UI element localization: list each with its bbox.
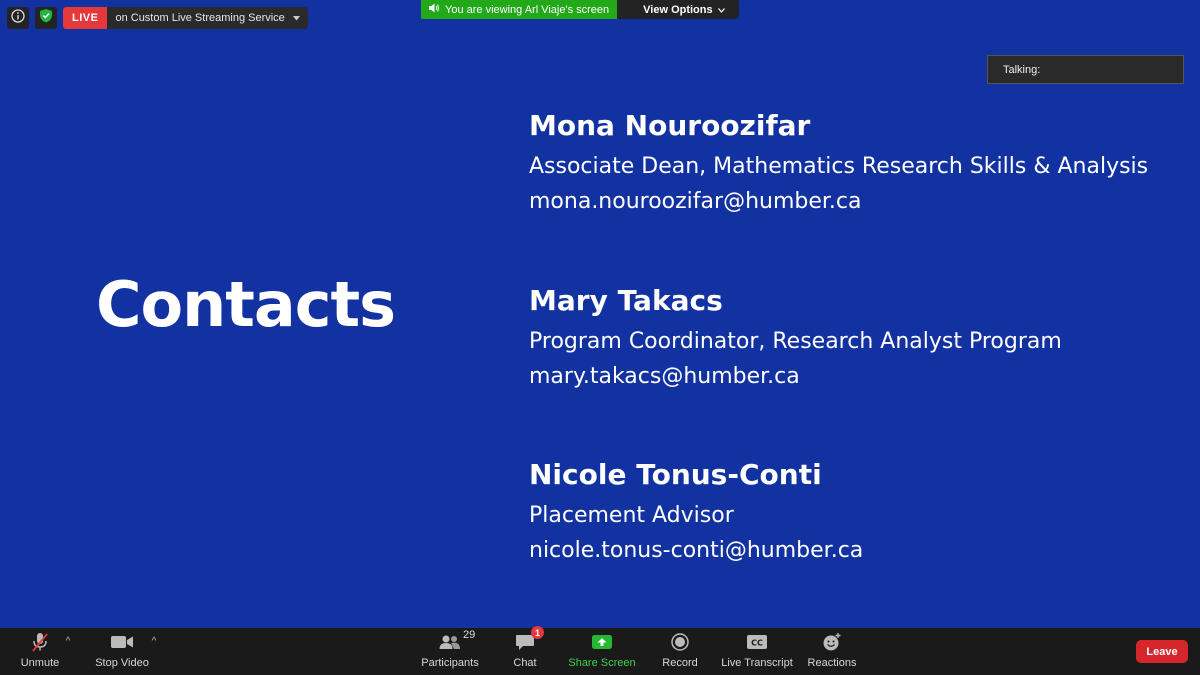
share-screen-icon — [591, 632, 613, 652]
slide-title: Contacts — [96, 268, 396, 341]
contact-name: Nicole Tonus-Conti — [529, 458, 822, 491]
view-options-button[interactable]: View Options — [617, 0, 739, 19]
record-button[interactable]: Record — [658, 628, 702, 675]
reactions-button[interactable]: Reactions — [806, 628, 858, 675]
contact-role: Placement Advisor — [529, 503, 734, 528]
live-service-info: on Custom Live Streaming Service — [107, 7, 307, 29]
live-stream-indicator[interactable]: LIVE on Custom Live Streaming Service — [63, 7, 308, 29]
live-transcript-button[interactable]: CC Live Transcript — [720, 628, 794, 675]
viewing-status: You are viewing Arl Viaje's screen — [421, 0, 618, 19]
chat-bubble-icon: 1 — [515, 626, 544, 652]
chat-label: Chat — [513, 657, 537, 669]
contact-role: Program Coordinator, Research Analyst Pr… — [529, 329, 1062, 354]
chevron-down-icon — [292, 12, 300, 24]
shared-screen-slide: Contacts Mona Nouroozifar Associate Dean… — [0, 0, 1200, 628]
video-options-caret[interactable]: ^ — [149, 637, 159, 647]
participants-count: 29 — [463, 629, 476, 641]
info-icon — [11, 8, 25, 28]
video-camera-icon — [110, 632, 134, 652]
contact-name: Mona Nouroozifar — [529, 109, 811, 142]
record-icon — [671, 632, 689, 652]
record-label: Record — [662, 657, 698, 669]
chat-unread-badge: 1 — [531, 626, 544, 639]
unmute-label: Unmute — [20, 657, 60, 669]
contact-entry: Mona Nouroozifar Associate Dean, Mathema… — [529, 109, 1169, 219]
screen-share-banner: You are viewing Arl Viaje's screen View … — [421, 0, 739, 19]
meeting-toolbar: Unmute ^ Stop Video ^ 29 Participants 1 … — [0, 626, 1200, 675]
contact-role: Associate Dean, Mathematics Research Ski… — [529, 154, 1149, 179]
share-screen-button[interactable]: Share Screen — [568, 628, 636, 675]
chat-button[interactable]: 1 Chat — [505, 626, 545, 675]
muted-microphone-icon — [29, 632, 51, 652]
contact-email: mona.nouroozifar@humber.ca — [529, 189, 862, 214]
contact-entry: Mary Takacs Program Coordinator, Researc… — [529, 284, 1169, 394]
chevron-down-icon — [717, 4, 725, 16]
participants-icon: 29 — [439, 629, 475, 652]
talking-indicator: Talking: — [987, 55, 1184, 84]
talking-label: Talking: — [1003, 63, 1041, 76]
share-screen-label: Share Screen — [568, 657, 636, 669]
stop-video-button[interactable]: Stop Video — [92, 628, 152, 675]
participants-label: Participants — [421, 657, 479, 669]
contact-email: nicole.tonus-conti@humber.ca — [529, 538, 864, 563]
view-options-label: View Options — [643, 3, 713, 16]
speaker-icon — [429, 3, 440, 16]
viewing-text: You are viewing Arl Viaje's screen — [445, 3, 610, 16]
live-transcript-label: Live Transcript — [721, 657, 793, 669]
live-service-label: on Custom Live Streaming Service — [115, 12, 285, 24]
live-badge: LIVE — [63, 7, 108, 29]
closed-captions-icon: CC — [746, 632, 768, 652]
reactions-label: Reactions — [807, 657, 857, 669]
unmute-button[interactable]: Unmute — [14, 628, 66, 675]
leave-button[interactable]: Leave — [1136, 640, 1188, 663]
contact-name: Mary Takacs — [529, 284, 723, 317]
meeting-info-button[interactable] — [7, 7, 29, 29]
security-button[interactable] — [35, 7, 57, 29]
contact-entry: Nicole Tonus-Conti Placement Advisor nic… — [529, 458, 1169, 568]
shield-icon — [39, 8, 53, 28]
participants-button[interactable]: 29 Participants — [418, 628, 482, 675]
svg-text:CC: CC — [751, 639, 763, 648]
contact-email: mary.takacs@humber.ca — [529, 364, 800, 389]
stop-video-label: Stop Video — [95, 657, 149, 669]
audio-options-caret[interactable]: ^ — [63, 637, 73, 647]
smiley-plus-icon — [821, 632, 843, 652]
